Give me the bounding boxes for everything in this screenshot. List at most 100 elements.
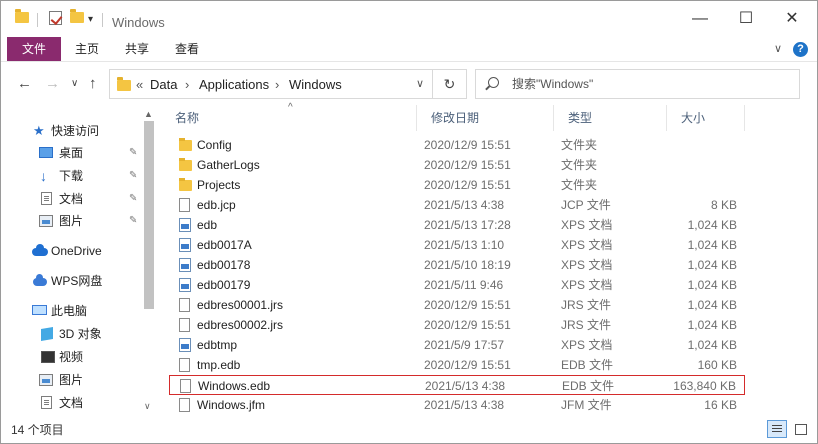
scroll-up-icon[interactable]: ▲ xyxy=(144,109,153,119)
table-row[interactable]: edb0017A 2021/5/13 1:10 XPS 文档 1,024 KB xyxy=(169,235,745,255)
pin-icon[interactable]: ✎ xyxy=(129,166,137,186)
sidebar-item-this-pc[interactable]: 此电脑 xyxy=(1,301,141,321)
table-row[interactable]: GatherLogs 2020/12/9 15:51 文件夹 xyxy=(169,155,745,175)
table-row[interactable]: tmp.edb 2020/12/9 15:51 EDB 文件 160 KB xyxy=(169,355,745,375)
file-size: 1,024 KB xyxy=(687,218,737,232)
xps-document-icon xyxy=(179,258,191,272)
breadcrumb-applications[interactable]: Applications xyxy=(199,77,269,92)
file-size: 1,024 KB xyxy=(687,258,737,272)
refresh-button[interactable]: ↻ xyxy=(433,69,467,99)
quick-access-separator xyxy=(37,13,38,27)
pin-icon[interactable]: ✎ xyxy=(129,189,137,209)
table-row[interactable]: edb.jcp 2021/5/13 4:38 JCP 文件 8 KB xyxy=(169,195,745,215)
sidebar-item-label: 文档 xyxy=(59,396,84,410)
file-type: XPS 文档 xyxy=(561,338,613,352)
folder-icon xyxy=(179,158,192,171)
file-name: Windows.jfm xyxy=(197,398,266,412)
sidebar-item-label: 视频 xyxy=(59,350,84,364)
folder-icon xyxy=(15,9,29,23)
table-row[interactable]: Projects 2020/12/9 15:51 文件夹 xyxy=(169,175,745,195)
pin-icon[interactable]: ✎ xyxy=(129,143,137,163)
table-row[interactable]: edbres00002.jrs 2020/12/9 15:51 JRS 文件 1,02… xyxy=(169,315,745,335)
column-header-type[interactable]: 类型 xyxy=(554,105,667,131)
table-row[interactable]: Config 2020/12/9 15:51 文件夹 xyxy=(169,135,745,155)
tab-share[interactable]: 共享 xyxy=(114,37,160,61)
sidebar-item-onedrive[interactable]: OneDrive xyxy=(1,241,141,261)
pin-icon[interactable]: ✎ xyxy=(129,211,137,231)
maximize-button[interactable]: ☐ xyxy=(723,7,769,31)
table-row[interactable]: edb00179 2021/5/11 9:46 XPS 文档 1,024 KB xyxy=(169,275,745,295)
sidebar-item-3d-objects[interactable]: 3D 对象 xyxy=(1,324,141,344)
table-row[interactable]: Windows.jfm 2021/5/13 4:38 JFM 文件 16 KB xyxy=(169,395,745,415)
computer-icon xyxy=(32,305,47,315)
column-header-size[interactable]: 大小 xyxy=(667,105,745,131)
tab-home[interactable]: 主页 xyxy=(64,37,110,61)
table-row[interactable]: edbtmp 2021/5/9 17:57 XPS 文档 1,024 KB xyxy=(169,335,745,355)
customize-quick-access-icon[interactable]: ▾ xyxy=(88,14,93,25)
back-button[interactable]: ← xyxy=(17,75,32,92)
file-name: edb0017A xyxy=(197,238,252,252)
sidebar-item-videos[interactable]: 视频 xyxy=(1,347,141,367)
video-icon xyxy=(41,351,55,363)
file-type: 文件夹 xyxy=(561,178,598,192)
document-icon xyxy=(41,192,52,205)
file-name: GatherLogs xyxy=(197,158,260,172)
folder-icon xyxy=(179,138,192,151)
table-row-selected[interactable]: Windows.edb 2021/5/13 4:38 EDB 文件 163,840 K… xyxy=(169,375,745,395)
sidebar-item-label: 3D 对象 xyxy=(59,327,102,341)
file-type: XPS 文档 xyxy=(561,218,613,232)
scroll-down-icon[interactable]: ∨ xyxy=(144,401,151,412)
sidebar-item-desktop[interactable]: 桌面 ✎ xyxy=(1,143,141,163)
file-name: edbres00002.jrs xyxy=(197,318,284,332)
sidebar-item-downloads[interactable]: ↓ 下载 ✎ xyxy=(1,166,141,186)
large-icons-view-button[interactable] xyxy=(791,420,811,438)
column-header-date[interactable]: 修改日期 xyxy=(417,105,554,131)
address-bar[interactable]: « Data › Applications › Windows ∨ xyxy=(109,69,433,99)
sidebar-item-label: WPS网盘 xyxy=(51,274,103,288)
tab-file[interactable]: 文件 xyxy=(7,37,61,61)
close-button[interactable]: ✕ xyxy=(769,7,815,31)
file-list: 名称 修改日期 类型 大小 Config 2020/12/9 15:51 文件夹 Ga… xyxy=(161,105,817,417)
expand-ribbon-icon[interactable]: ∨ xyxy=(774,42,782,55)
search-box[interactable] xyxy=(475,69,800,99)
navigation-pane: ★ 快速访问 桌面 ✎ ↓ 下载 ✎ 文档 ✎ 图片 ✎ OneDrive WP… xyxy=(1,105,159,417)
sidebar-scroll-thumb[interactable] xyxy=(144,121,154,309)
table-row[interactable]: edbres00001.jrs 2020/12/9 15:51 JRS 文件 1,02… xyxy=(169,295,745,315)
sidebar-item-pictures[interactable]: 图片 ✎ xyxy=(1,211,141,231)
title-bar: ▾ Windows — ☐ ✕ xyxy=(1,1,817,37)
file-date: 2021/5/13 17:28 xyxy=(424,218,511,232)
file-name: edbtmp xyxy=(197,338,238,352)
forward-button[interactable]: → xyxy=(45,75,60,92)
file-date: 2021/5/11 9:46 xyxy=(424,278,504,292)
file-type: EDB 文件 xyxy=(562,379,615,393)
file-type: XPS 文档 xyxy=(561,278,613,292)
sidebar-item-quick-access[interactable]: ★ 快速访问 xyxy=(1,121,141,141)
breadcrumb-data[interactable]: Data xyxy=(150,77,177,92)
sidebar-item-wps-cloud[interactable]: WPS网盘 xyxy=(1,271,141,291)
folder-icon xyxy=(179,178,192,191)
sidebar-item-documents-pc[interactable]: 文档 xyxy=(1,393,141,413)
picture-icon xyxy=(39,374,53,386)
search-input[interactable] xyxy=(512,75,782,93)
file-date: 2020/12/9 15:51 xyxy=(424,158,511,172)
file-date: 2020/12/9 15:51 xyxy=(424,298,511,312)
file-date: 2021/5/10 18:19 xyxy=(424,258,511,272)
tab-view[interactable]: 查看 xyxy=(164,37,210,61)
new-folder-icon[interactable] xyxy=(70,9,84,23)
breadcrumb-overflow[interactable]: « xyxy=(136,77,143,92)
table-row[interactable]: edb00178 2021/5/10 18:19 XPS 文档 1,024 KB xyxy=(169,255,745,275)
address-dropdown-icon[interactable]: ∨ xyxy=(416,77,424,90)
file-size: 1,024 KB xyxy=(687,238,737,252)
xps-document-icon xyxy=(179,218,191,232)
minimize-button[interactable]: — xyxy=(677,7,723,31)
table-row[interactable]: edb 2021/5/13 17:28 XPS 文档 1,024 KB xyxy=(169,215,745,235)
breadcrumb-windows[interactable]: Windows xyxy=(289,77,342,92)
properties-icon[interactable] xyxy=(49,11,62,25)
recent-locations-button[interactable]: ∨ xyxy=(71,78,78,89)
details-view-button[interactable] xyxy=(767,420,787,438)
sidebar-item-documents[interactable]: 文档 ✎ xyxy=(1,189,141,209)
help-icon[interactable]: ? xyxy=(793,42,808,57)
file-date: 2020/12/9 15:51 xyxy=(424,178,511,192)
sidebar-item-pictures-pc[interactable]: 图片 xyxy=(1,370,141,390)
up-button[interactable]: ↑ xyxy=(89,75,97,92)
